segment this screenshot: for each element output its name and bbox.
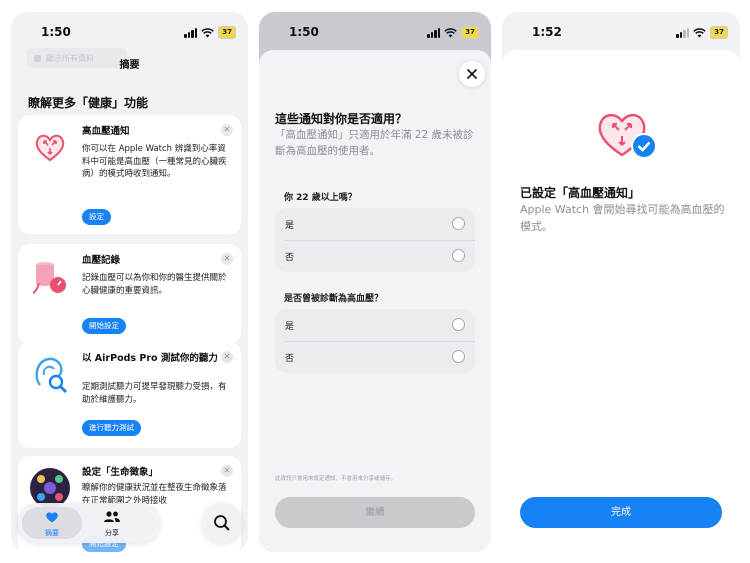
section-title: 瞭解更多「健康」功能 — [28, 96, 149, 110]
tab-label: 分享 — [105, 529, 119, 537]
close-icon[interactable]: ✕ — [221, 351, 233, 363]
option-label: 是 — [285, 322, 295, 332]
page-title: 已設定「高血壓通知」 — [520, 186, 641, 200]
status-bar: 1:50 37 — [11, 12, 248, 52]
status-time: 1:52 — [532, 25, 562, 39]
confirmation-screen: 1:52 37 已設定「高血壓通知」 Apple Watch 會開始尋找可能為高… — [502, 12, 740, 552]
battery-icon: 37 — [218, 26, 236, 39]
hearing-test-button[interactable]: 進行聽力測試 — [82, 420, 141, 436]
blood-pressure-cuff-icon — [32, 262, 66, 294]
setup-button[interactable]: 設定 — [82, 209, 111, 225]
card-body: 你可以在 Apple Watch 辨識到心率資料中可能是高血壓（一種常見的心臟疾… — [82, 144, 227, 179]
search-button[interactable] — [202, 503, 242, 543]
option-yes[interactable]: 是 — [275, 208, 475, 240]
close-icon[interactable]: ✕ — [221, 465, 233, 477]
hypertension-card[interactable]: 高血壓通知 你可以在 Apple Watch 辨識到心率資料中可能是高血壓（一種… — [18, 115, 241, 234]
search-icon — [214, 515, 230, 531]
tab-sharing[interactable]: 分享 — [82, 507, 142, 539]
hearing-test-card[interactable]: 以 AirPods Pro 測試你的聽力 定期測試聽力可提早發現聽力受損，有助於… — [18, 342, 241, 448]
question-age-options: 是 否 — [275, 208, 475, 272]
status-bar: 1:50 37 — [259, 12, 491, 52]
ear-search-icon — [35, 357, 68, 394]
signal-icon — [184, 27, 198, 38]
tab-bar: 摘要 分享 — [18, 503, 160, 543]
question-age-label: 你 22 歲以上嗎？ — [284, 193, 357, 203]
page-title: 這些通知對你是否適用？ — [275, 112, 408, 126]
battery-icon: 37 — [461, 26, 479, 39]
tab-summary[interactable]: 摘要 — [22, 507, 82, 539]
card-body: 記錄血壓可以為你和你的醫生提供關於心臟健康的重要資訊。 — [82, 273, 227, 296]
heart-check-icon — [598, 113, 657, 159]
card-title: 高血壓通知 — [82, 126, 130, 137]
option-label: 否 — [285, 253, 295, 263]
people-icon — [104, 511, 120, 522]
close-icon[interactable]: ✕ — [221, 124, 233, 136]
status-bar: 1:52 37 — [502, 12, 740, 52]
card-body: 定期測試聽力可提早發現聽力受損，有助於維護聽力。 — [82, 382, 227, 405]
question-diagnosis-options: 是 否 — [275, 309, 475, 373]
heart-icon — [46, 512, 58, 523]
close-icon — [466, 68, 478, 80]
nav-title: 摘要 — [119, 60, 140, 71]
close-icon[interactable]: ✕ — [221, 253, 233, 265]
option-no[interactable]: 否 — [275, 341, 475, 373]
wifi-icon — [201, 27, 214, 37]
wifi-icon — [693, 27, 706, 37]
summary-screen: 1:50 37 顯示所有資料 摘要 瞭解更多「健康」功能 高血壓通知 你可以在 … — [11, 12, 248, 552]
option-label: 是 — [285, 221, 295, 231]
continue-button[interactable]: 繼續 — [275, 497, 475, 528]
eligibility-screen: 1:50 37 這些通知對你是否適用？ 「高血壓通知」只適用於年滿 22 歲未被… — [259, 12, 491, 552]
blood-pressure-card[interactable]: 血壓記錄 記錄血壓可以為你和你的醫生提供關於心臟健康的重要資訊。 開始設定 ✕ — [18, 244, 241, 344]
close-button[interactable] — [459, 61, 485, 87]
option-yes[interactable]: 是 — [275, 309, 475, 341]
question-diagnosis-label: 是否曾被診斷為高血壓？ — [284, 294, 384, 304]
tab-label: 摘要 — [45, 529, 59, 537]
battery-icon: 37 — [710, 26, 728, 39]
radio-button[interactable] — [452, 318, 465, 331]
page-subtitle: 「高血壓通知」只適用於年滿 22 歲未被診斷為高血壓的使用者。 — [275, 129, 474, 157]
option-no[interactable]: 否 — [275, 240, 475, 272]
status-time: 1:50 — [289, 25, 319, 39]
radio-button[interactable] — [452, 217, 465, 230]
card-title: 血壓記錄 — [82, 255, 121, 266]
start-setup-button[interactable]: 開始設定 — [82, 318, 126, 334]
wifi-icon — [444, 27, 457, 37]
radio-button[interactable] — [452, 350, 465, 363]
signal-icon — [427, 27, 441, 38]
privacy-footnote: 此資訊只會用來設定通知，不會用來分享或儲存。 — [275, 476, 397, 482]
card-title: 設定「生命徵象」 — [82, 467, 159, 478]
heart-arrows-icon — [35, 134, 65, 162]
signal-icon — [676, 27, 690, 38]
status-time: 1:50 — [41, 25, 71, 39]
done-button[interactable]: 完成 — [520, 497, 722, 528]
option-label: 否 — [285, 354, 295, 364]
card-title: 以 AirPods Pro 測試你的聽力 — [82, 353, 218, 364]
radio-button[interactable] — [452, 249, 465, 262]
page-subtitle: Apple Watch 會開始尋找可能為高血壓的模式。 — [520, 203, 725, 233]
